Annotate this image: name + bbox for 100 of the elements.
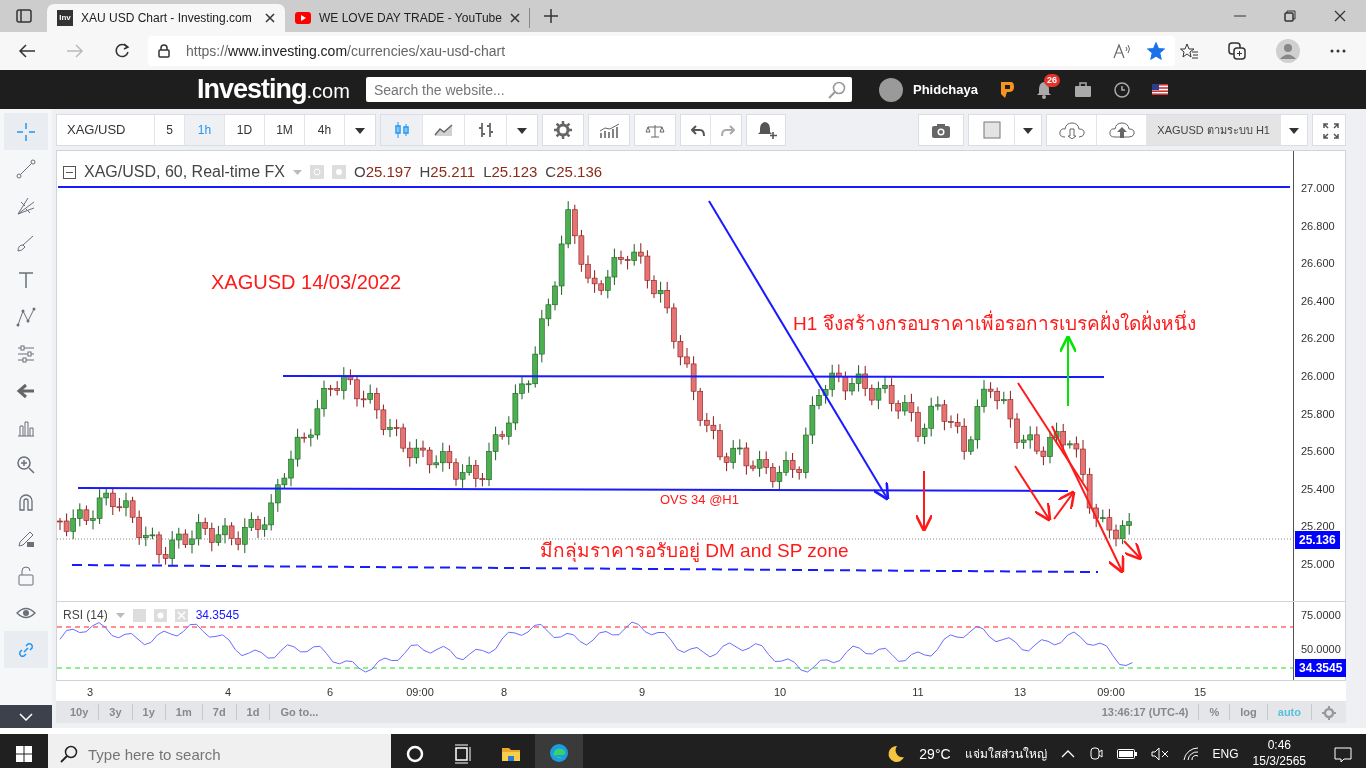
- site-logo[interactable]: Investing.com: [197, 69, 350, 110]
- browser-tab[interactable]: WE LOVE DAY TRADE - YouTube: [285, 4, 523, 32]
- time-label: 6: [326, 685, 334, 700]
- time-label: 11: [912, 685, 924, 700]
- profile-icon[interactable]: [1276, 39, 1300, 63]
- reload-icon[interactable]: [114, 43, 130, 59]
- time-label: 09:00: [1097, 685, 1125, 700]
- lock-icon: [158, 44, 170, 58]
- magnet-icon: [16, 491, 36, 512]
- bell-icon[interactable]: [1036, 81, 1052, 100]
- chart-title: XAG/USD, 60, Real-time FX: [84, 162, 285, 182]
- taskbar-search-field[interactable]: Type here to search: [48, 734, 391, 768]
- temperature[interactable]: 29°C: [919, 743, 951, 765]
- undo-icon: [691, 124, 705, 137]
- cloud-download-icon: [1057, 121, 1086, 140]
- price-label: 26.800: [1301, 218, 1335, 234]
- rsi-last-label: 34.3545: [1295, 659, 1347, 677]
- star-icon[interactable]: [1147, 42, 1165, 60]
- crosshair-icon: [16, 121, 36, 142]
- ohlc-value: O25.197: [353, 161, 412, 182]
- scales-icon: [645, 123, 665, 138]
- ruler-icon: [16, 343, 36, 364]
- fork-icon: [16, 195, 36, 216]
- last-price-label: 25.136: [1295, 531, 1340, 549]
- close-icon[interactable]: [510, 13, 520, 23]
- tab-actions-icon[interactable]: [15, 9, 32, 23]
- user-avatar[interactable]: [878, 77, 903, 102]
- chart-annotation: H1 จึงสร้างกรอบราคาเพื่อรอการเบรคฝั่งใดฝั่งหนึ่ง: [793, 310, 1196, 339]
- cloud-upload-icon: [1107, 121, 1136, 140]
- battery-icon[interactable]: [1116, 749, 1137, 759]
- down-arrow: [914, 470, 934, 533]
- close-icon[interactable]: [265, 13, 275, 23]
- p-icon[interactable]: [1000, 80, 1014, 99]
- lock-icon: [16, 565, 36, 586]
- taskbar-app[interactable]: [535, 734, 583, 768]
- redo-icon: [721, 124, 735, 137]
- layout-select[interactable]: XAGUSD ตามระบบ H1: [1147, 115, 1281, 145]
- clock-time[interactable]: 0:46: [1267, 738, 1291, 754]
- camera-icon[interactable]: [1088, 746, 1103, 762]
- rsi-level-label: 50.0000: [1301, 642, 1341, 657]
- wifi-icon[interactable]: [1182, 747, 1199, 761]
- collapse-icon[interactable]: [63, 165, 76, 179]
- chevron-up-icon[interactable]: [1060, 750, 1075, 758]
- price-label: 26.200: [1301, 331, 1335, 347]
- clock-date[interactable]: 15/3/2565: [1252, 754, 1306, 768]
- taskview-icon: [453, 744, 473, 764]
- caret-icon: [1023, 127, 1034, 134]
- chart-annotation: OVS 34 @H1: [660, 491, 739, 509]
- ohlc-value: H25.211: [419, 161, 476, 182]
- collapse-toolbar-button[interactable]: [0, 705, 52, 728]
- new-tab-icon[interactable]: [544, 9, 558, 23]
- briefcase-icon[interactable]: [1074, 81, 1092, 98]
- text-icon: [16, 269, 36, 290]
- price-label: 27.000: [1301, 181, 1335, 196]
- time-label: 13: [1013, 685, 1027, 700]
- address-bar[interactable]: https://www.investing.com/currencies/xau-usd-chart: [148, 36, 1175, 66]
- square-icon: [982, 121, 1001, 140]
- favorites-icon[interactable]: [1180, 43, 1198, 59]
- ohlc-value: C25.136: [545, 161, 603, 182]
- time-label: 10: [773, 685, 787, 700]
- ohlc-value: L25.123: [483, 161, 538, 182]
- back-icon[interactable]: [18, 43, 36, 59]
- muted-speaker-icon[interactable]: [1150, 747, 1169, 761]
- indicator-value: 34.3545: [195, 607, 240, 624]
- price-label: 25.800: [1301, 406, 1335, 422]
- chart-annotation: มีกลุ่มราคารอรับอยู่ DM and SP zone: [540, 539, 849, 564]
- time-label: 09:00: [406, 685, 434, 700]
- price-label: 25.600: [1301, 444, 1335, 460]
- clock-icon[interactable]: [1114, 81, 1130, 98]
- restore-icon[interactable]: [1284, 10, 1296, 22]
- price-label: 25.000: [1301, 557, 1335, 572]
- bell-plus-icon: [757, 121, 777, 140]
- time-label: 9: [638, 685, 646, 700]
- user-name[interactable]: Phidchaya: [912, 79, 978, 100]
- zoom-icon: [16, 454, 36, 475]
- language-indicator[interactable]: ENG: [1212, 745, 1239, 763]
- windows-icon: [16, 746, 32, 762]
- collections-icon[interactable]: [1228, 42, 1246, 60]
- caret-icon: [355, 127, 365, 134]
- rsi-level-label: 75.0000: [1301, 608, 1341, 623]
- pattern-icon: [16, 306, 36, 327]
- flag-icon[interactable]: [1152, 84, 1168, 95]
- favicon: Inv: [57, 10, 73, 26]
- caret-icon: [1289, 127, 1299, 134]
- close-icon[interactable]: [1334, 10, 1346, 22]
- read-aloud-icon[interactable]: [1113, 43, 1131, 59]
- price-label: 26.600: [1301, 256, 1335, 272]
- notification-count: 26: [1044, 73, 1060, 88]
- browser-tab[interactable]: Inv XAU USD Chart - Investing.com: [47, 4, 285, 32]
- search-field[interactable]: Search the website...: [365, 77, 852, 102]
- price-label: 26.400: [1301, 293, 1335, 309]
- cortana-icon: [405, 744, 425, 764]
- caret-icon: [517, 127, 527, 134]
- weather-text[interactable]: แจ่มใสส่วนใหญ่: [964, 745, 1047, 763]
- chevron-down-icon: [19, 712, 33, 721]
- camera-icon: [931, 122, 952, 139]
- price-label: 25.400: [1301, 481, 1335, 497]
- notification-icon[interactable]: [1334, 746, 1352, 763]
- fullscreen-icon: [1323, 122, 1339, 139]
- more-icon[interactable]: [1330, 49, 1346, 53]
